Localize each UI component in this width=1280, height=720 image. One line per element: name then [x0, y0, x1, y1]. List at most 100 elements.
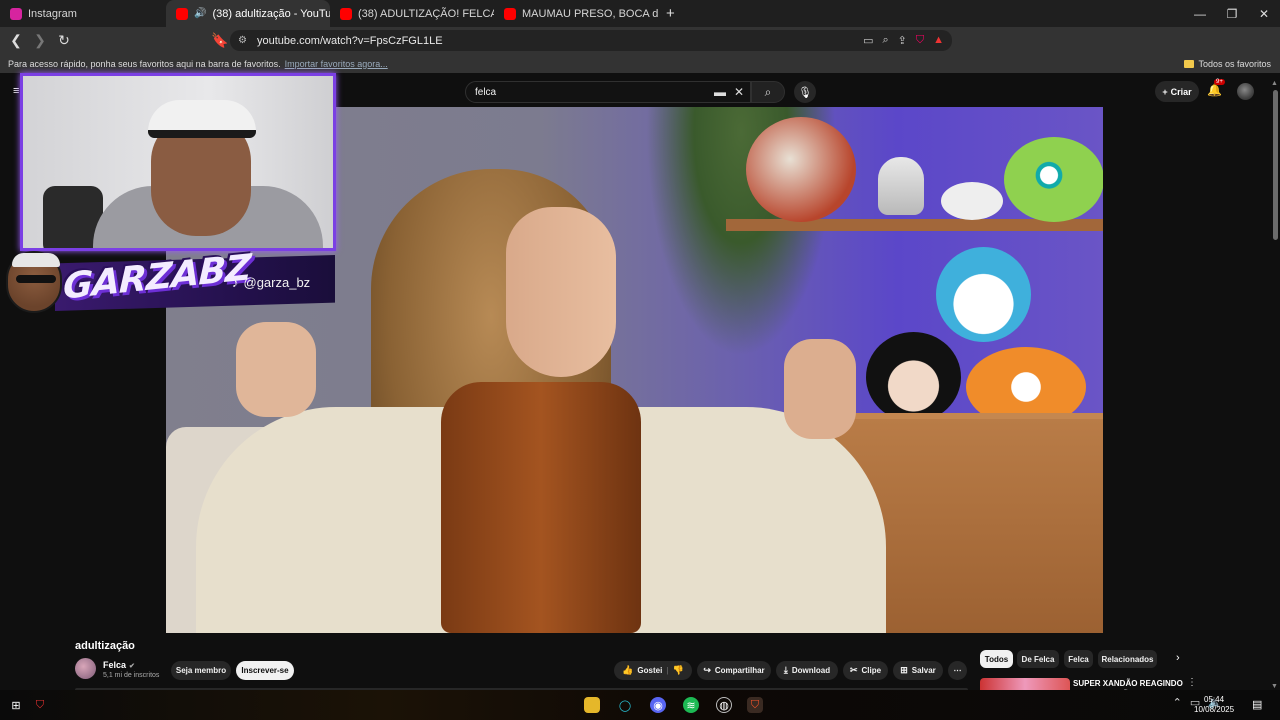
back-button[interactable]: ❮ — [6, 31, 26, 51]
create-label: Criar — [1170, 86, 1192, 97]
all-bookmarks-label: Todos os favoritos — [1198, 58, 1271, 69]
all-bookmarks-button[interactable]: Todos os favoritos — [1184, 59, 1271, 69]
share-label: Compartilhar — [714, 666, 765, 675]
chevron-right-icon[interactable]: › — [1176, 652, 1180, 664]
scissors-icon: ✂ — [849, 665, 858, 675]
chip-relacionados[interactable]: Relacionados — [1098, 650, 1157, 668]
search-input[interactable]: felca ▬ ✕ — [465, 81, 751, 103]
taskbar-clock[interactable]: 05:44 10/08/2025 — [1194, 695, 1234, 715]
address-bar[interactable]: ⚙ youtube.com/watch?v=FpsCzFGL1LE ▭ ⌕ ⇪ … — [230, 30, 952, 51]
clock-time: 05:44 — [1204, 695, 1225, 704]
account-avatar[interactable] — [1237, 83, 1254, 100]
chip-felca[interactable]: Felca — [1064, 650, 1093, 668]
reload-button[interactable]: ↻ — [54, 31, 74, 51]
brave-shield-icon[interactable]: ⛉ — [916, 34, 924, 47]
clip-label: Clipe — [861, 666, 882, 675]
tab-title: (38) ADULTIZAÇÃO! FELCA, TEM MAI — [358, 7, 494, 20]
save-label: Salvar — [911, 666, 936, 675]
channel-name-text: Felca — [103, 660, 127, 670]
subscribe-button[interactable]: Inscrever-se — [236, 661, 294, 680]
site-info-icon[interactable]: ⚙ — [238, 35, 247, 46]
more-actions-button[interactable]: ⋯ — [948, 661, 967, 680]
clip-button[interactable]: ✂ Clipe — [843, 661, 888, 680]
like-icon[interactable]: 👍 — [622, 665, 633, 676]
brave-browser-icon[interactable]: ⛉ — [747, 697, 763, 713]
share-button[interactable]: ↪ Compartilhar — [697, 661, 771, 680]
clock-date: 10/08/2025 — [1194, 705, 1235, 714]
chip-de-felca[interactable]: De Felca — [1017, 650, 1059, 668]
chip-todos[interactable]: Todos — [980, 650, 1013, 668]
youtube-icon — [504, 7, 516, 20]
scroll-up-icon[interactable]: ▲ — [1271, 80, 1278, 87]
tiktok-handle: ♪ @garza_bz — [232, 275, 310, 290]
clear-search-icon[interactable]: ✕ — [734, 85, 744, 99]
tab-youtube-adultizacao[interactable]: 🔊 (38) adultização - YouTube ✕ — [166, 0, 330, 27]
streamer-avatar — [6, 251, 62, 313]
create-button[interactable]: + Criar — [1155, 81, 1199, 102]
keyboard-icon[interactable]: ▬ — [714, 85, 726, 99]
left-fist — [236, 322, 316, 417]
youtube-icon — [176, 7, 188, 20]
youtube-icon — [340, 7, 352, 20]
video-title: adultização — [75, 640, 135, 652]
minimize-button[interactable]: — — [1184, 0, 1216, 27]
page-scrollbar[interactable]: ▲ ▼ — [1270, 80, 1280, 690]
verified-icon: ✔ — [129, 663, 135, 670]
zoom-icon[interactable]: ⌕ — [882, 34, 888, 47]
download-icon: ⤓ — [783, 665, 788, 675]
new-tab-button[interactable]: + — [658, 0, 683, 27]
bookmarks-hint: Para acesso rápido, ponha seus favoritos… — [8, 58, 281, 69]
save-button[interactable]: ⊞ Salvar — [893, 661, 943, 680]
folder-icon — [1184, 59, 1195, 68]
divider: | — [666, 666, 669, 675]
person-face — [506, 207, 616, 377]
right-fist — [784, 339, 856, 439]
like-label[interactable]: Gostei — [637, 666, 662, 675]
donald-plush — [936, 247, 1031, 342]
share-icon[interactable]: ⇪ — [898, 34, 907, 47]
forward-button[interactable]: ❯ — [30, 31, 50, 51]
like-dislike-group: 👍 Gostei | 👎 — [614, 661, 692, 680]
alarm-clock — [878, 157, 924, 215]
rewards-icon[interactable]: ▲ — [933, 34, 944, 47]
discord-icon[interactable]: ◉ — [650, 697, 666, 713]
tab-youtube-maumau[interactable]: MAUMAU PRESO, BOCA de 09 UBER — [494, 0, 658, 27]
cast-icon[interactable]: ▭ — [863, 34, 873, 47]
tab-instagram[interactable]: Instagram — [0, 0, 166, 27]
hamburger-menu-icon[interactable]: ≡ — [13, 85, 19, 97]
brave-shield-tray-icon[interactable]: ⛉ — [32, 697, 48, 713]
tab-youtube-felca[interactable]: (38) ADULTIZAÇÃO! FELCA, TEM MAI — [330, 0, 494, 27]
tab-title: MAUMAU PRESO, BOCA de 09 UBER — [522, 7, 658, 20]
scroll-down-icon[interactable]: ▼ — [1271, 683, 1278, 690]
windows-start-icon[interactable]: ⊞ — [8, 697, 24, 713]
file-explorer-icon[interactable] — [584, 697, 600, 713]
bookmark-icon[interactable]: 🔖 — [210, 31, 230, 51]
notifications-button[interactable]: 🔔 9+ — [1207, 79, 1225, 97]
dislike-icon[interactable]: 👎 — [673, 665, 684, 676]
voice-search-button[interactable]: 🎙 — [794, 81, 816, 103]
speaker-icon[interactable]: 🔊 — [194, 8, 206, 19]
tray-overflow-icon[interactable]: ⌃ — [1173, 696, 1182, 709]
obs-icon[interactable]: ◍ — [716, 697, 732, 713]
notification-center-icon[interactable]: ▤ — [1252, 698, 1262, 711]
search-button[interactable]: ⌕ — [751, 81, 785, 103]
restore-button[interactable]: ❐ — [1216, 0, 1248, 27]
cortana-icon[interactable]: ◯ — [617, 697, 633, 713]
download-button[interactable]: ⤓ Download — [776, 661, 838, 680]
join-button[interactable]: Seja membro — [171, 661, 231, 680]
recommended-more-icon[interactable]: ⋮ — [1187, 677, 1197, 688]
streamer-cap — [148, 100, 256, 138]
share-arrow-icon: ↪ — [703, 665, 711, 675]
spotify-icon[interactable]: ≋ — [683, 697, 699, 713]
close-window-button[interactable]: ✕ — [1248, 0, 1280, 27]
channel-name[interactable]: Felca ✔ — [103, 660, 135, 670]
scrollbar-thumb[interactable] — [1273, 90, 1278, 240]
import-bookmarks-link[interactable]: Importar favoritos agora... — [285, 59, 388, 69]
tab-title: Instagram — [28, 7, 77, 20]
search-icon: ⌕ — [764, 84, 772, 99]
screen: Instagram 🔊 (38) adultização - YouTube ✕… — [0, 0, 1280, 720]
goofy-plush — [866, 332, 961, 422]
green-plush — [1004, 137, 1103, 222]
channel-avatar[interactable] — [75, 658, 96, 679]
notification-badge: 9+ — [1214, 79, 1225, 85]
